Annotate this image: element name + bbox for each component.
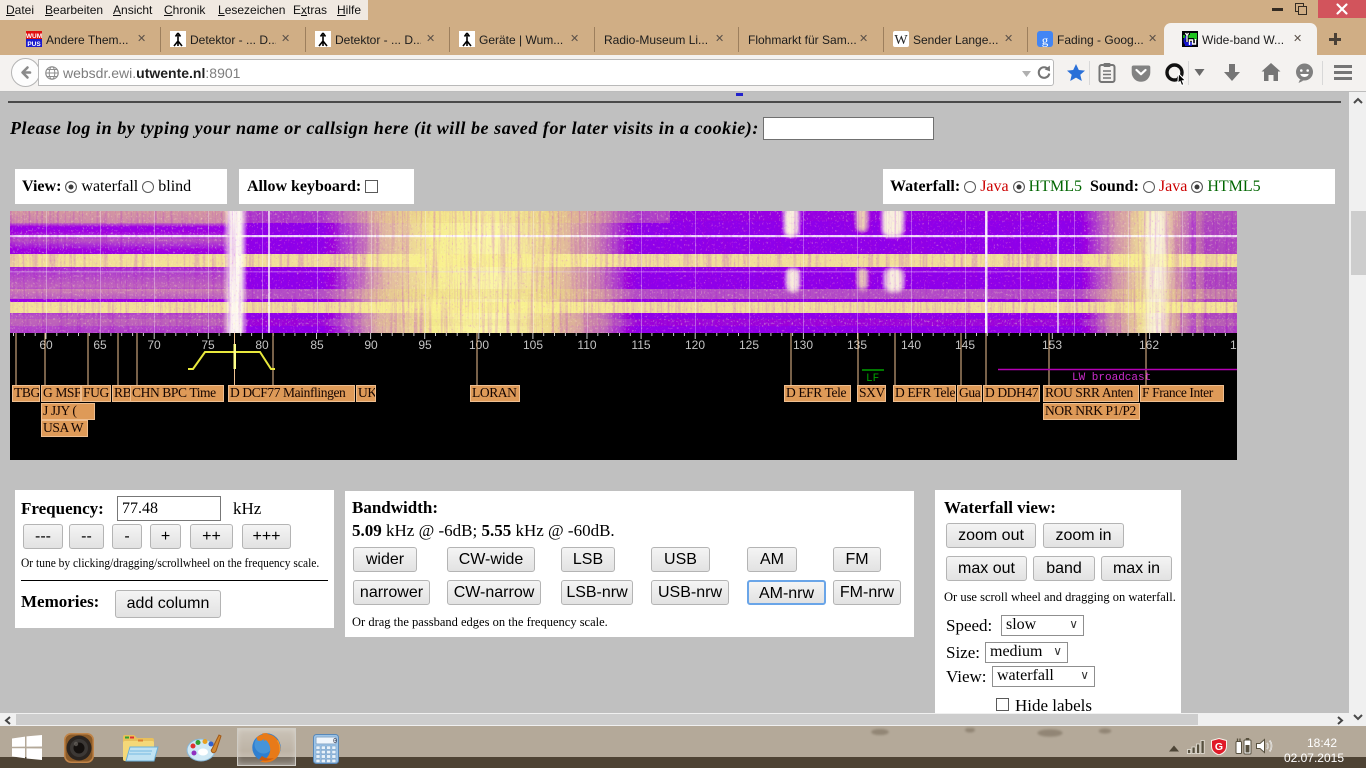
svg-text:130: 130 <box>793 338 813 352</box>
svg-text:0: 0 <box>333 738 337 746</box>
svg-text:105: 105 <box>523 338 543 352</box>
svg-text:95: 95 <box>418 338 432 352</box>
svg-text:W: W <box>894 33 908 47</box>
svg-text:125: 125 <box>739 338 759 352</box>
svg-text:110: 110 <box>577 338 596 352</box>
svg-text:90: 90 <box>364 338 378 352</box>
svg-text:LF: LF <box>866 373 879 385</box>
svg-text:G: G <box>1215 741 1223 753</box>
svg-text:PUS: PUS <box>27 41 41 47</box>
svg-text:135: 135 <box>847 338 867 352</box>
svg-text:75: 75 <box>201 338 215 352</box>
svg-text:80: 80 <box>255 338 269 352</box>
svg-text:145: 145 <box>955 338 975 352</box>
svg-text:153: 153 <box>1042 338 1062 352</box>
svg-text:162: 162 <box>1139 338 1159 352</box>
svg-text:WUM: WUM <box>26 33 42 40</box>
svg-text:140: 140 <box>901 338 921 352</box>
svg-text:70: 70 <box>147 338 161 352</box>
svg-text:100: 100 <box>469 338 489 352</box>
svg-text:171: 171 <box>1230 338 1237 352</box>
svg-text:g: g <box>1042 33 1049 48</box>
svg-text:115: 115 <box>631 338 650 352</box>
svg-text:120: 120 <box>685 338 705 352</box>
svg-text:60: 60 <box>39 338 53 352</box>
svg-text:LW broadcast: LW broadcast <box>1072 372 1151 384</box>
svg-text:85: 85 <box>310 338 324 352</box>
svg-text:65: 65 <box>93 338 107 352</box>
